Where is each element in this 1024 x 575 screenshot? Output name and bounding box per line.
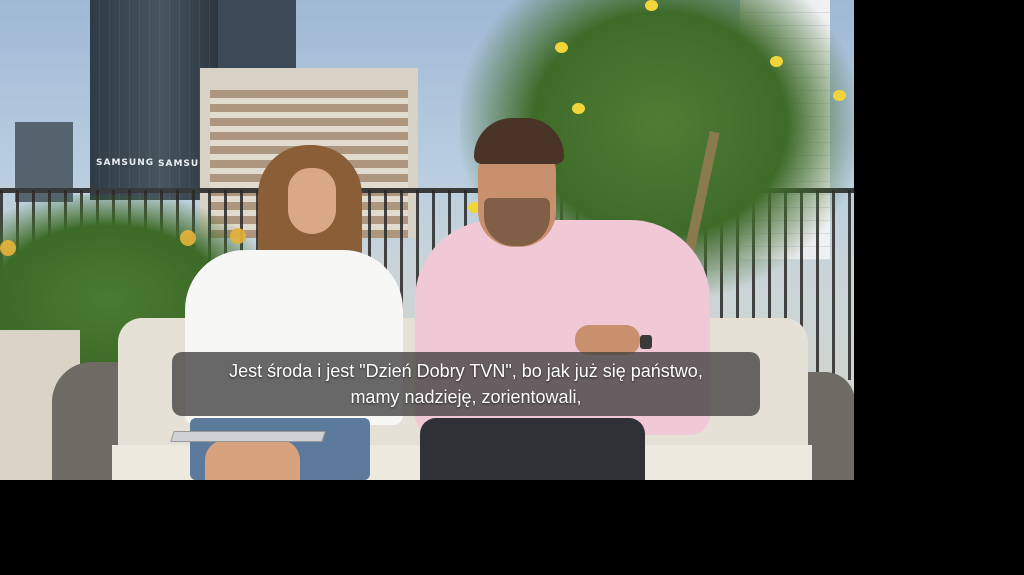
lemon: [555, 42, 568, 53]
flower: [180, 230, 196, 246]
flower: [230, 228, 246, 244]
lemon: [770, 56, 783, 67]
lemon: [572, 103, 585, 114]
presenter-woman-legs: [205, 440, 300, 480]
video-player[interactable]: SAMSUNG SAMSUNG Jest środa i jest "Dzień…: [0, 0, 854, 480]
subtitle-line-1: Jest środa i jest "Dzień Dobry TVN", bo …: [229, 361, 703, 381]
presenter-woman-face: [288, 168, 336, 234]
lemon: [833, 90, 846, 101]
subtitle-line-2: mamy nadzieję, zorientowali,: [350, 387, 582, 407]
lemon: [645, 0, 658, 11]
building-sign: SAMSUNG: [96, 158, 155, 168]
subtitle-box: Jest środa i jest "Dzień Dobry TVN", bo …: [172, 352, 760, 416]
letterbox-bottom: [0, 480, 1024, 575]
presenter-man-hand: [575, 325, 640, 355]
tablet: [170, 431, 326, 442]
presenter-man-pants: [420, 418, 645, 480]
flower: [0, 240, 16, 256]
letterbox-right: [854, 0, 1024, 480]
wristwatch: [640, 335, 652, 349]
